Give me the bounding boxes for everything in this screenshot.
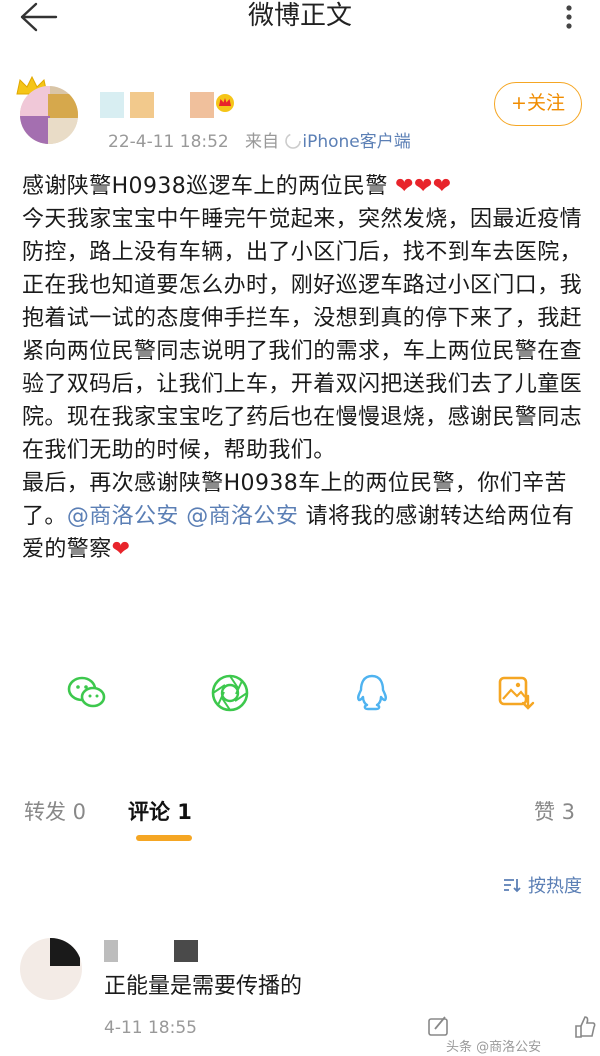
source-prefix: 来自 — [244, 132, 279, 152]
moments-icon[interactable] — [209, 672, 251, 714]
watermark: 头条 @商洛公安 — [446, 1040, 542, 1055]
more-vertical-icon[interactable] — [556, 4, 582, 30]
tab-repost[interactable]: 转发 0 — [24, 796, 86, 828]
sort-by-hot-button[interactable]: 按热度 — [502, 872, 582, 898]
page-title: 微博正文 — [247, 1, 352, 31]
mention-link[interactable]: @商洛公安 — [67, 504, 179, 529]
tab-comment[interactable]: 评论 1 — [128, 796, 192, 828]
mention-link[interactable]: @商洛公安 — [186, 504, 298, 529]
follow-button[interactable]: +关注 — [494, 82, 582, 126]
comment-text: 正能量是需要传播的 — [104, 974, 303, 999]
comment-time: 4-11 18:55 — [104, 1018, 197, 1038]
vip-badge-icon — [216, 94, 234, 112]
wechat-icon[interactable] — [66, 672, 108, 714]
post-date: 22-4-11 18:52 — [108, 132, 229, 152]
top-bar: 微博正文 — [0, 0, 600, 36]
post-source[interactable]: iPhone客户端 — [302, 132, 410, 152]
post-closing: 最后，再次感谢陕警H0938车上的两位民警，你们辛苦了。@商洛公安 @商洛公安 … — [22, 471, 575, 562]
commenter-avatar[interactable] — [20, 938, 82, 1000]
post-headline: 感谢陕警H0938巡逻车上的两位民警 ❤❤❤ — [22, 174, 452, 199]
sort-label: 按热度 — [528, 876, 582, 897]
post-meta: 22-4-11 18:52 来自 iPhone客户端 — [108, 127, 411, 152]
qq-icon[interactable] — [351, 672, 393, 714]
active-tab-indicator — [136, 835, 192, 841]
tab-like[interactable]: 赞 3 — [534, 796, 575, 828]
post-body: 感谢陕警H0938巡逻车上的两位民警 ❤❤❤ 今天我家宝宝中午睡完午觉起来，突然… — [22, 170, 582, 566]
loading-icon — [285, 133, 302, 149]
post-paragraph: 今天我家宝宝中午睡完午觉起来，突然发烧，因最近疫情防控，路上没有车辆，出了小区门… — [22, 207, 583, 463]
author-avatar[interactable] — [20, 86, 78, 144]
tab-bar: 转发 0 评论 1 赞 3 — [0, 796, 600, 836]
hearts-emoji: ❤❤❤ — [395, 174, 452, 199]
like-icon[interactable] — [572, 1014, 598, 1040]
heart-emoji: ❤ — [111, 537, 131, 562]
sort-icon — [504, 879, 521, 893]
save-image-icon[interactable] — [494, 672, 536, 714]
